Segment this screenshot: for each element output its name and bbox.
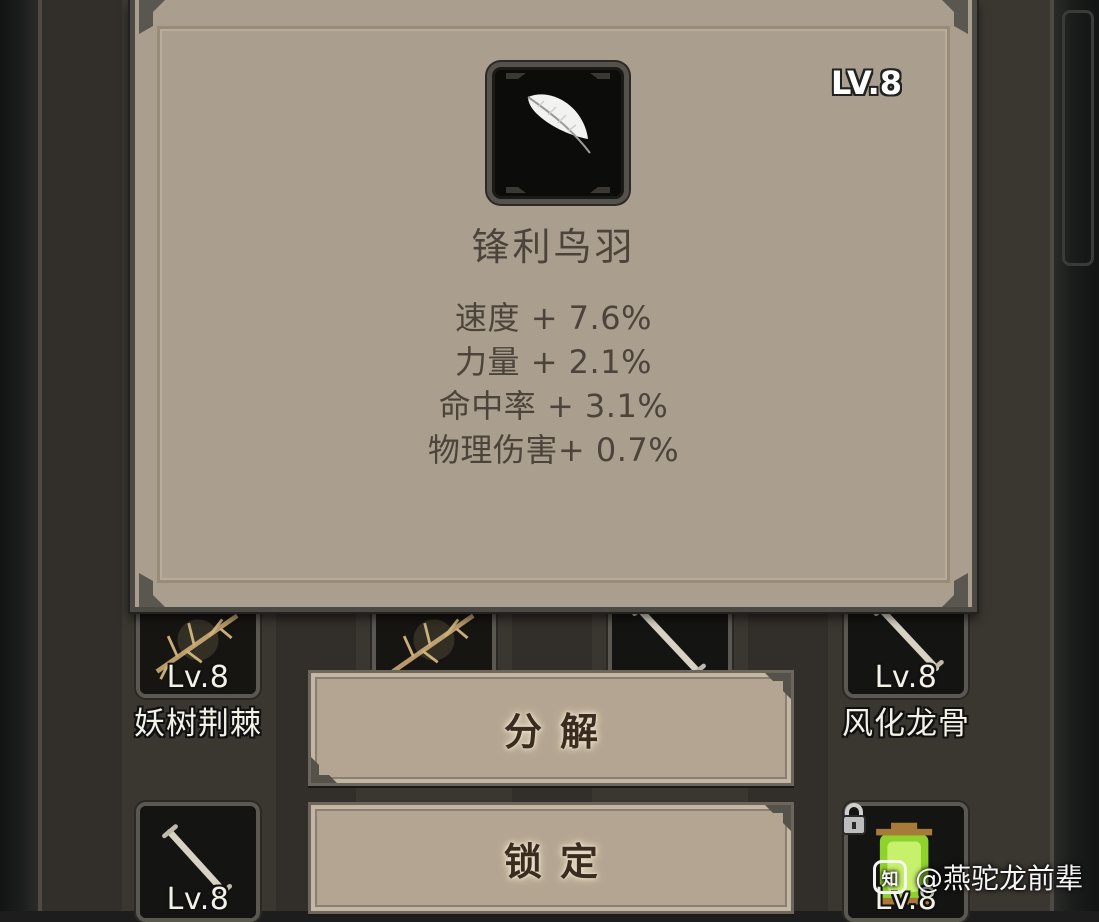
corner-ornament-icon <box>942 573 968 607</box>
feather-icon <box>506 73 610 193</box>
decompose-label: 分解 <box>503 709 616 754</box>
slot-name: 妖树荆棘 <box>134 706 262 742</box>
corner-ornament-icon <box>139 573 165 607</box>
corner-ornament-icon <box>311 757 337 783</box>
corner-ornament-icon <box>942 0 968 34</box>
corner-ornament-icon <box>765 805 791 831</box>
stat-line: 力量 + 2.1% <box>455 343 652 381</box>
frame-ornament <box>1062 10 1094 266</box>
panel-column <box>42 0 122 911</box>
stat-line: 速度 + 7.6% <box>455 299 652 337</box>
stat-line: 物理伤害+ 0.7% <box>427 431 680 469</box>
zhihu-logo-icon: 知 <box>872 860 907 894</box>
item-icon-frame <box>487 62 629 204</box>
item-level: LV.8 <box>830 64 902 102</box>
slot-level: Lv.8 <box>166 882 230 917</box>
decompose-button[interactable]: 分解 <box>308 670 794 786</box>
slot-name: 风化龙骨 <box>842 706 970 742</box>
item-stats: 速度 + 7.6% 力量 + 2.1% 命中率 + 3.1% 物理伤害+ 0.7… <box>135 296 972 472</box>
right-frame <box>1054 0 1099 911</box>
corner-ornament-icon <box>765 673 791 699</box>
slot-level: Lv.8 <box>874 660 938 695</box>
lock-button[interactable]: 锁定 <box>308 802 794 914</box>
item-name: 锋利鸟羽 <box>471 225 636 269</box>
watermark-text: @燕驼龙前辈 <box>914 862 1083 895</box>
corner-ornament-icon <box>139 0 165 34</box>
item-tooltip: LV.8 锋利鸟羽 速度 + 7.6% 力量 + 2.1% 命中率 + 3.1%… <box>130 0 977 612</box>
slot-level: Lv.8 <box>166 660 230 695</box>
lock-label: 锁定 <box>503 839 616 884</box>
watermark: 知 @燕驼龙前辈 <box>872 857 1083 897</box>
stat-line: 命中率 + 3.1% <box>438 387 669 425</box>
lock-icon <box>842 803 866 835</box>
left-frame <box>0 0 38 911</box>
